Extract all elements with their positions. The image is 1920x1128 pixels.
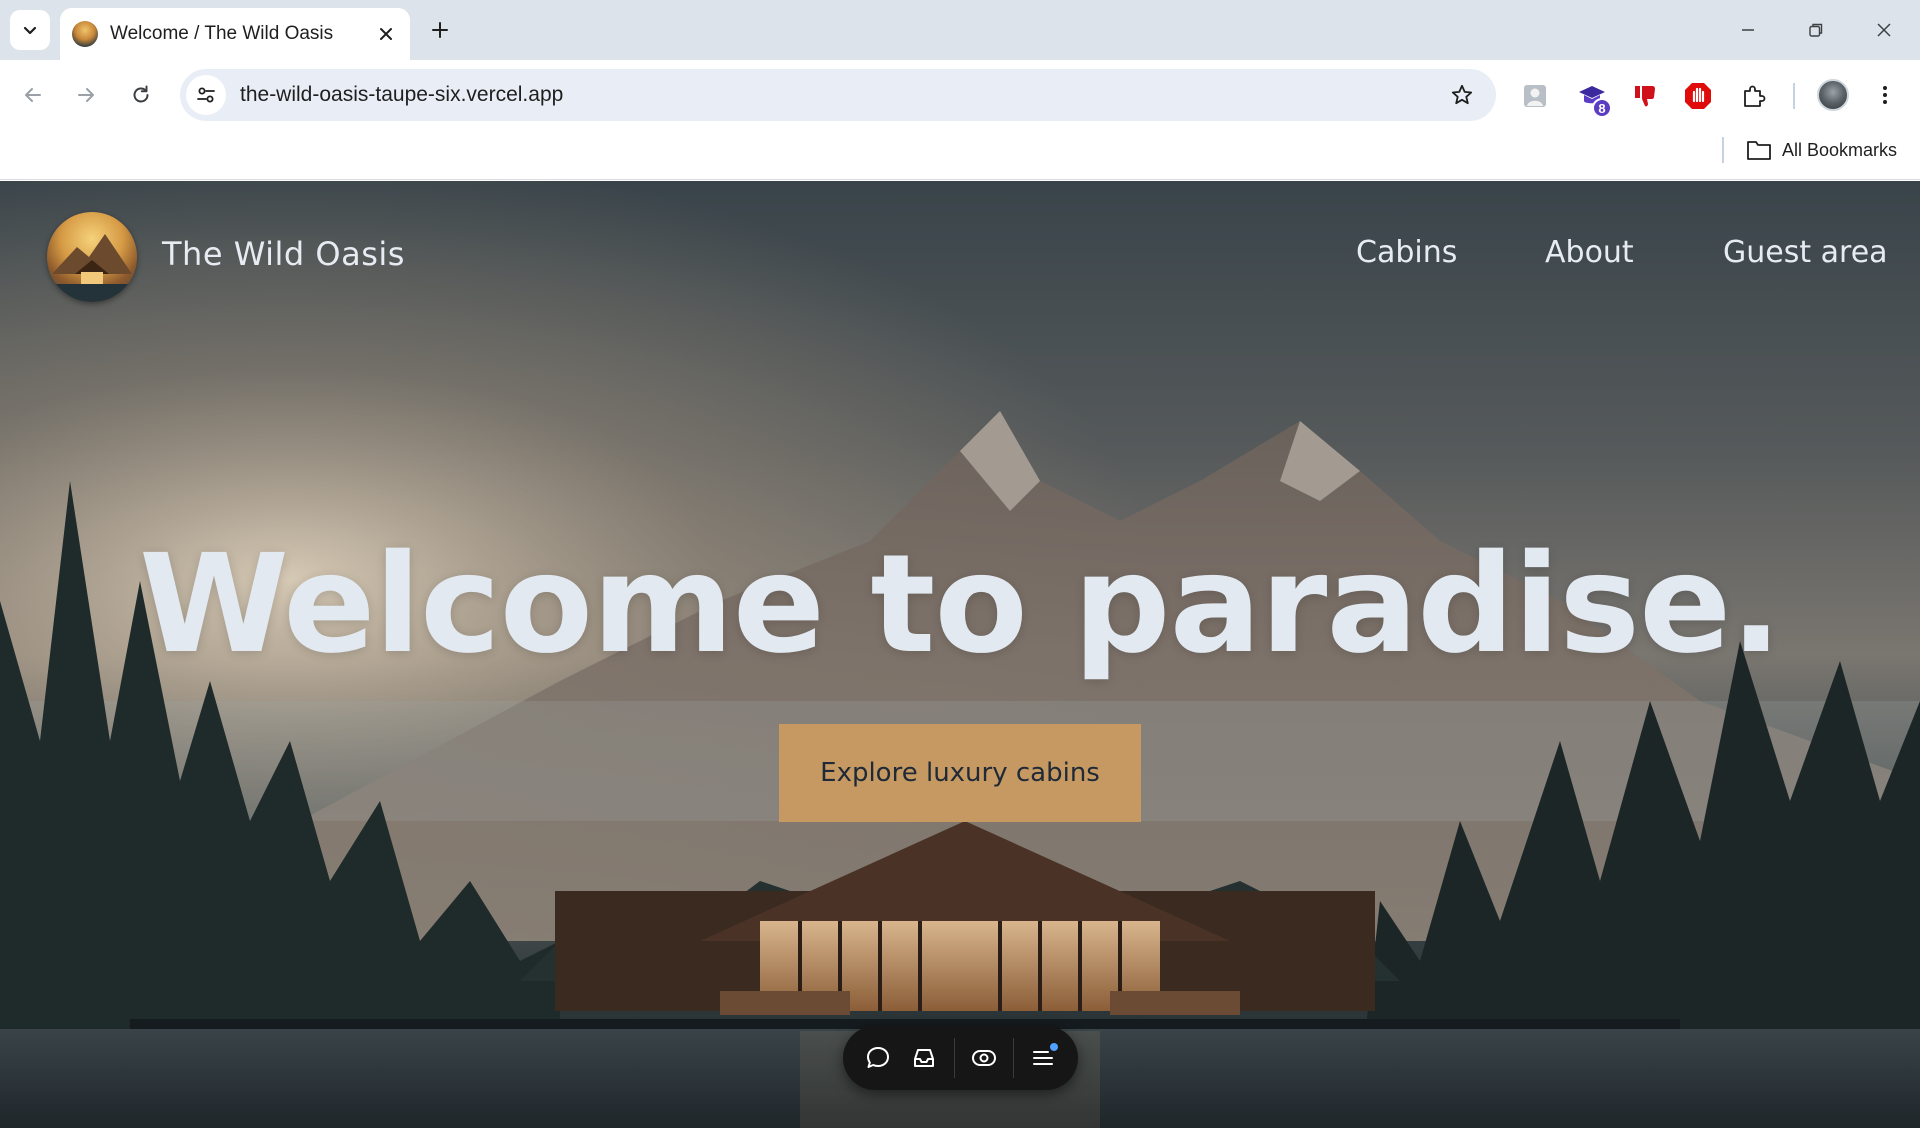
bookmark-star-button[interactable] xyxy=(1446,79,1478,111)
toolbar-menu-button[interactable] xyxy=(1020,1034,1066,1082)
nav-link-about[interactable]: About xyxy=(1545,235,1634,270)
thumbs-down-icon xyxy=(1635,86,1655,107)
site-info-button[interactable] xyxy=(186,75,226,115)
puzzle-icon xyxy=(1744,85,1766,107)
toolbar-separator xyxy=(1012,1038,1014,1078)
new-tab-button[interactable] xyxy=(422,12,458,48)
person-card-icon xyxy=(1524,85,1546,107)
tab-search-button[interactable] xyxy=(10,10,50,50)
restore-icon xyxy=(1809,23,1823,37)
reload-button[interactable] xyxy=(120,74,162,116)
page-viewport: The Wild Oasis Cabins About Guest area W… xyxy=(0,181,1920,1128)
logo-icon[interactable] xyxy=(47,212,137,302)
nav-link-guest-area[interactable]: Guest area xyxy=(1723,235,1888,270)
close-icon xyxy=(380,28,392,40)
forward-button[interactable] xyxy=(65,74,107,116)
address-bar[interactable]: the-wild-oasis-taupe-six.vercel.app xyxy=(180,69,1496,121)
chat-bubble-icon xyxy=(867,1047,890,1068)
extensions-menu-button[interactable] xyxy=(1735,78,1771,114)
site-name[interactable]: The Wild Oasis xyxy=(162,235,405,273)
tab-favicon-icon xyxy=(72,21,98,47)
arrow-left-icon xyxy=(25,88,41,102)
vercel-toolbar xyxy=(843,1026,1078,1090)
reload-icon xyxy=(133,85,149,103)
browser-tab-active[interactable]: Welcome / The Wild Oasis xyxy=(60,8,410,60)
tab-title: Welcome / The Wild Oasis xyxy=(110,23,334,44)
extension-profile-button[interactable] xyxy=(1517,78,1553,114)
extension-graduation-button[interactable]: 8 xyxy=(1574,78,1612,118)
hero-title: Welcome to paradise. xyxy=(139,526,1782,684)
inbox-icon xyxy=(914,1049,935,1067)
plus-icon xyxy=(432,22,448,38)
folder-icon xyxy=(1747,141,1771,160)
tune-icon xyxy=(197,87,215,103)
window-restore-button[interactable] xyxy=(1788,8,1844,52)
chevron-down-icon xyxy=(23,26,37,35)
toolbar-comment-button[interactable] xyxy=(855,1034,901,1082)
window-close-button[interactable] xyxy=(1856,8,1912,52)
star-icon xyxy=(1451,84,1473,105)
nav-link-cabins[interactable]: Cabins xyxy=(1356,235,1457,270)
site-header: The Wild Oasis Cabins About Guest area xyxy=(0,181,1920,325)
extension-dislike-button[interactable] xyxy=(1627,78,1663,114)
browser-navbar: the-wild-oasis-taupe-six.vercel.app 8 xyxy=(0,60,1920,130)
window-minimize-button[interactable] xyxy=(1720,8,1776,52)
notification-dot xyxy=(1050,1043,1058,1051)
url-text[interactable]: the-wild-oasis-taupe-six.vercel.app xyxy=(240,83,563,107)
bookmarks-divider xyxy=(1722,137,1724,163)
tab-close-button[interactable] xyxy=(372,20,400,48)
extension-badge: 8 xyxy=(1592,98,1612,118)
toolbar-inbox-button[interactable] xyxy=(901,1034,947,1082)
explore-cabins-button[interactable]: Explore luxury cabins xyxy=(779,724,1141,822)
browser-tabstrip: Welcome / The Wild Oasis xyxy=(0,0,1920,60)
cabin-logo-icon xyxy=(47,234,137,302)
back-button[interactable] xyxy=(12,74,54,116)
minimize-icon xyxy=(1742,29,1754,31)
stop-hand-icon xyxy=(1685,83,1711,109)
arrow-right-icon xyxy=(78,88,94,102)
toolbar-divider xyxy=(1793,83,1795,109)
all-bookmarks-label: All Bookmarks xyxy=(1782,139,1898,160)
browser-menu-button[interactable] xyxy=(1864,74,1906,116)
extension-adblock-button[interactable] xyxy=(1680,78,1716,114)
eye-icon xyxy=(971,1050,996,1066)
toolbar-preview-button[interactable] xyxy=(961,1034,1007,1082)
close-icon xyxy=(1877,23,1891,37)
toolbar-separator xyxy=(953,1038,955,1078)
all-bookmarks-button[interactable]: All Bookmarks xyxy=(1746,136,1897,164)
profile-avatar[interactable] xyxy=(1817,79,1849,111)
kebab-menu-icon xyxy=(1883,86,1887,104)
bookmarks-bar xyxy=(0,130,1920,180)
